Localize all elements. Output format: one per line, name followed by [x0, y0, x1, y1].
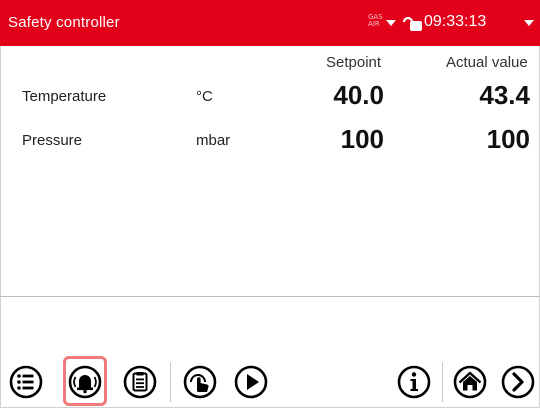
alarm-bell-icon[interactable]: [67, 364, 103, 400]
row-unit: mbar: [196, 132, 231, 149]
air-label: AIR: [368, 20, 380, 28]
gas-air-indicator: GAS AIR: [368, 14, 383, 28]
gas-dropdown-icon[interactable]: [386, 20, 396, 26]
row-unit: °C: [196, 88, 213, 105]
title-bar: Safety controller GAS AIR 09:33:13: [0, 0, 540, 46]
setpoint-value[interactable]: 100: [264, 124, 384, 155]
clipboard-icon[interactable]: [122, 364, 158, 400]
toolbar-separator: [442, 362, 443, 402]
page-title: Safety controller: [8, 14, 120, 31]
actual-value: 43.4: [479, 80, 530, 110]
divider: [0, 296, 540, 297]
clock-time: 09:33:13: [424, 13, 487, 30]
forward-icon[interactable]: [500, 364, 536, 400]
row-label: Temperature: [22, 88, 107, 105]
info-icon[interactable]: [396, 364, 432, 400]
hand-touch-icon[interactable]: [182, 364, 218, 400]
door-lock-icon[interactable]: [402, 14, 424, 32]
menu-icon[interactable]: [8, 364, 44, 400]
play-icon[interactable]: [233, 364, 269, 400]
clock-dropdown-icon[interactable]: [524, 20, 534, 26]
home-icon[interactable]: [452, 364, 488, 400]
actual-value: 100: [486, 124, 530, 154]
column-header-setpoint: Setpoint: [326, 54, 382, 71]
column-header-actual: Actual value: [446, 54, 528, 71]
toolbar-separator: [170, 362, 171, 402]
row-label: Pressure: [22, 132, 83, 149]
setpoint-value[interactable]: 40.0: [264, 80, 384, 111]
